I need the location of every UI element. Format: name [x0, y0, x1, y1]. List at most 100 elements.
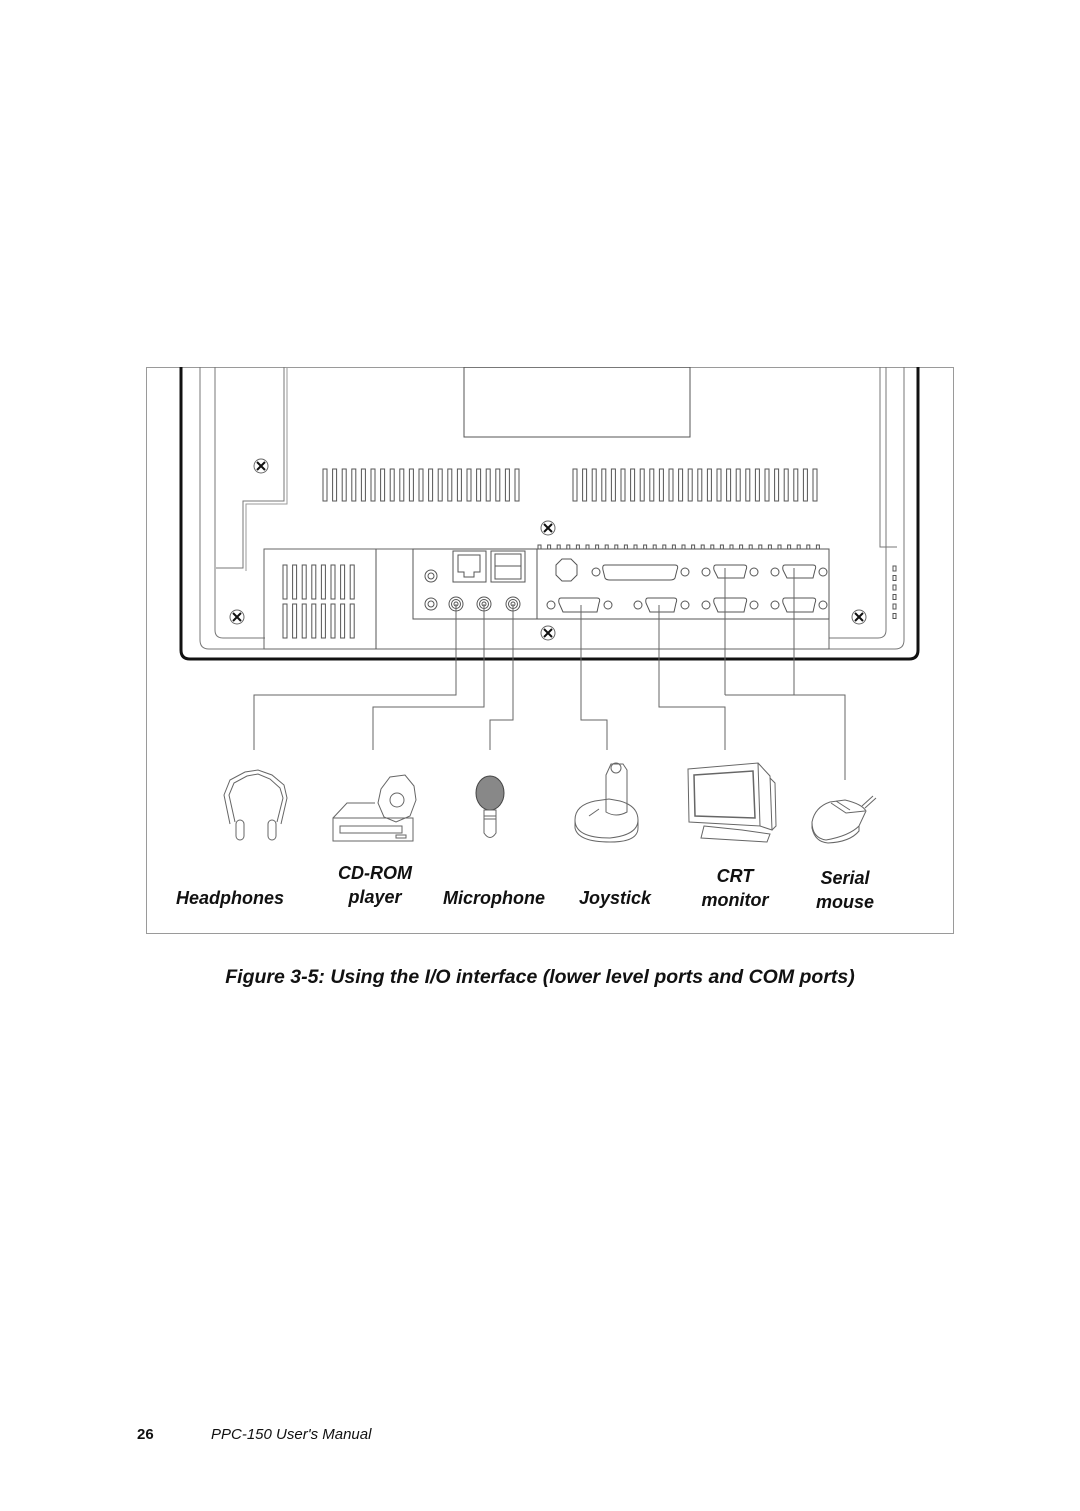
vent-slot	[620, 468, 626, 502]
figure-caption: Figure 3-5: Using the I/O interface (low…	[225, 966, 855, 988]
leader-cdrom	[372, 604, 485, 750]
vent-slot	[292, 564, 298, 600]
vent-slot	[726, 468, 732, 502]
vent-slot	[418, 468, 424, 502]
rib-tooth	[623, 544, 628, 550]
leader-microphone	[489, 604, 514, 750]
vent-slot	[408, 468, 414, 502]
vent-slot	[687, 468, 693, 502]
vent-slot	[610, 468, 616, 502]
vent-slot	[340, 564, 346, 600]
vent-slot	[349, 603, 355, 639]
device-label-crt: CRT monitor	[701, 866, 769, 910]
rib-tooth	[815, 544, 820, 550]
rib-tooth	[604, 544, 609, 550]
leader-mouse	[725, 568, 846, 780]
device-label-cdrom: CD-ROM player	[338, 863, 412, 907]
page-number: 26	[137, 1426, 154, 1443]
side-slot	[892, 584, 897, 591]
vent-slot	[320, 603, 326, 639]
serial-mouse-icon	[811, 795, 877, 844]
io-connectors	[546, 558, 828, 613]
audio-network-ports	[424, 550, 526, 612]
vent-slot	[649, 468, 655, 502]
side-slot	[892, 575, 897, 581]
rib-tooth	[806, 544, 811, 550]
side-slot	[892, 613, 897, 619]
manual-title: PPC-150 User's Manual	[211, 1426, 372, 1443]
vent-slot	[360, 468, 366, 502]
vent-slot	[735, 468, 741, 502]
vent-slot	[485, 468, 491, 502]
vent-slot	[437, 468, 443, 502]
headphones-icon	[223, 769, 288, 841]
vent-slot	[349, 564, 355, 600]
vent-slot	[340, 603, 346, 639]
vent-slot	[322, 468, 328, 502]
top-vents	[322, 468, 818, 502]
vent-slot	[812, 468, 818, 502]
vent-slot	[301, 603, 307, 639]
vent-slot	[745, 468, 751, 502]
rib-tooth	[729, 544, 734, 550]
leader-lines	[253, 568, 846, 780]
microphone-icon	[475, 775, 505, 838]
rib-tooth	[787, 544, 792, 550]
cdrom-player-icon	[332, 774, 417, 842]
vent-slot	[754, 468, 760, 502]
panel-rear-view	[179, 367, 920, 661]
rib-tooth	[633, 544, 638, 550]
side-slot	[892, 565, 897, 572]
leader-crt	[658, 605, 726, 750]
vent-slot	[282, 564, 288, 600]
vent-slot	[802, 468, 808, 502]
vent-slot	[658, 468, 664, 502]
rib-tooth	[767, 544, 772, 550]
rib-tooth	[585, 544, 590, 550]
leader-joystick	[580, 605, 608, 750]
vent-slot	[476, 468, 482, 502]
rib-tooth	[796, 544, 801, 550]
side-slot	[892, 594, 897, 600]
vent-slot	[504, 468, 510, 502]
vent-slot	[793, 468, 799, 502]
vent-slot	[668, 468, 674, 502]
side-slots	[892, 565, 897, 619]
vent-slot	[639, 468, 645, 502]
vent-slot	[320, 564, 326, 600]
vent-slot	[341, 468, 347, 502]
screw-icon	[229, 609, 245, 625]
vent-slot	[466, 468, 472, 502]
rib-tooth	[739, 544, 744, 550]
vent-slot	[292, 603, 298, 639]
device-label-joystick: Joystick	[578, 888, 652, 908]
rib-tooth	[700, 544, 705, 550]
rib-tooth	[547, 544, 552, 550]
rib-tooth	[681, 544, 686, 550]
vent-slot	[678, 468, 684, 502]
vent-slot	[514, 468, 520, 502]
rib-tooth	[748, 544, 753, 550]
vent-slot	[311, 603, 317, 639]
vent-slot	[301, 564, 307, 600]
vent-slot	[591, 468, 597, 502]
leader-headphones	[253, 604, 457, 750]
rib-tooth	[575, 544, 580, 550]
rib-tooth	[710, 544, 715, 550]
side-slot	[892, 603, 897, 610]
vent-slot	[311, 564, 317, 600]
vent-slot	[706, 468, 712, 502]
rib-tooth	[719, 544, 724, 550]
rib-tooth	[537, 544, 542, 550]
vent-slot	[783, 468, 789, 502]
rib-tooth	[777, 544, 782, 550]
vent-slot	[428, 468, 434, 502]
joystick-icon	[574, 762, 639, 843]
rib-tooth	[662, 544, 667, 550]
vent-slot	[630, 468, 636, 502]
vent-slot	[447, 468, 453, 502]
heatsink-ribs	[537, 544, 820, 550]
screw-icon	[540, 625, 556, 641]
rib-tooth	[595, 544, 600, 550]
device-label-headphones: Headphones	[175, 888, 285, 908]
